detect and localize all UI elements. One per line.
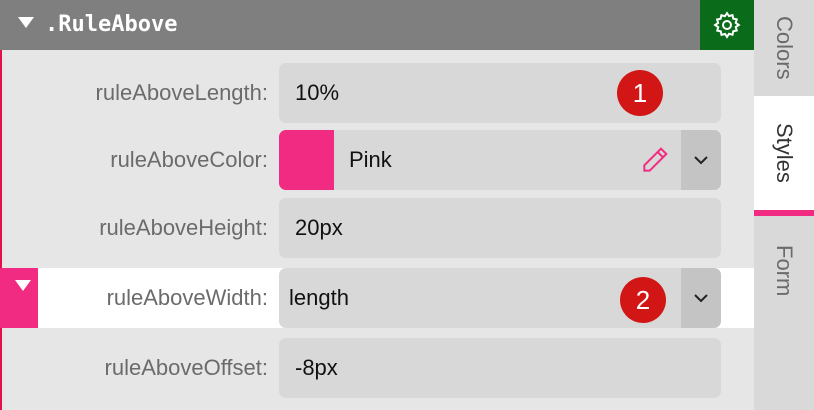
field-label: ruleAboveHeight:	[99, 215, 268, 240]
field-label: ruleAboveWidth:	[106, 285, 268, 310]
collapse-triangle-icon[interactable]	[18, 17, 34, 28]
rule-above-panel: .RuleAbove ruleAboveLength: 10% 1 ruleAb…	[0, 0, 754, 410]
field-label: ruleAboveLength:	[95, 80, 268, 105]
chevron-down-icon	[694, 294, 708, 303]
field-label: ruleAboveColor:	[110, 147, 268, 172]
field-value: Pink	[349, 147, 392, 172]
section-header[interactable]: .RuleAbove	[0, 0, 754, 50]
field-value: 20px	[295, 215, 343, 240]
field-value: length	[289, 285, 349, 310]
settings-button[interactable]	[700, 0, 754, 50]
tab-label: Form	[772, 245, 797, 297]
annotation-badge-1: 1	[617, 70, 663, 116]
color-swatch[interactable]	[279, 130, 334, 190]
active-tab-indicator	[754, 210, 814, 216]
row-rule-above-width: ruleAboveWidth: length 2	[0, 268, 754, 328]
annotation-badge-2: 2	[620, 277, 666, 323]
active-row-marker[interactable]	[0, 268, 38, 328]
row-rule-above-color: ruleAboveColor: Pink	[0, 130, 754, 190]
color-dropdown-button[interactable]	[681, 130, 721, 190]
rule-above-color-select[interactable]: Pink	[279, 130, 721, 190]
gear-icon	[713, 11, 741, 39]
rule-above-offset-input[interactable]: -8px	[279, 338, 721, 398]
chevron-down-icon	[694, 156, 708, 165]
field-value: -8px	[295, 355, 338, 380]
row-rule-above-height: ruleAboveHeight: 20px	[0, 198, 754, 258]
row-rule-above-length: ruleAboveLength: 10% 1	[0, 63, 754, 123]
tab-label: Colors	[772, 16, 797, 80]
row-rule-above-offset: ruleAboveOffset: -8px	[0, 338, 754, 398]
tab-form[interactable]: Form	[754, 216, 814, 326]
pencil-icon[interactable]	[639, 144, 671, 176]
rule-above-height-input[interactable]: 20px	[279, 198, 721, 258]
field-value: 10%	[295, 80, 340, 105]
tab-colors[interactable]: Colors	[754, 0, 814, 96]
field-label: ruleAboveOffset:	[104, 355, 268, 380]
tab-styles[interactable]: Styles	[754, 96, 814, 210]
side-tabs: Colors Styles Form	[754, 0, 814, 410]
collapse-triangle-icon[interactable]	[15, 280, 31, 291]
section-title: .RuleAbove	[45, 12, 178, 37]
width-dropdown-button[interactable]	[681, 268, 721, 328]
tab-label: Styles	[772, 123, 797, 183]
